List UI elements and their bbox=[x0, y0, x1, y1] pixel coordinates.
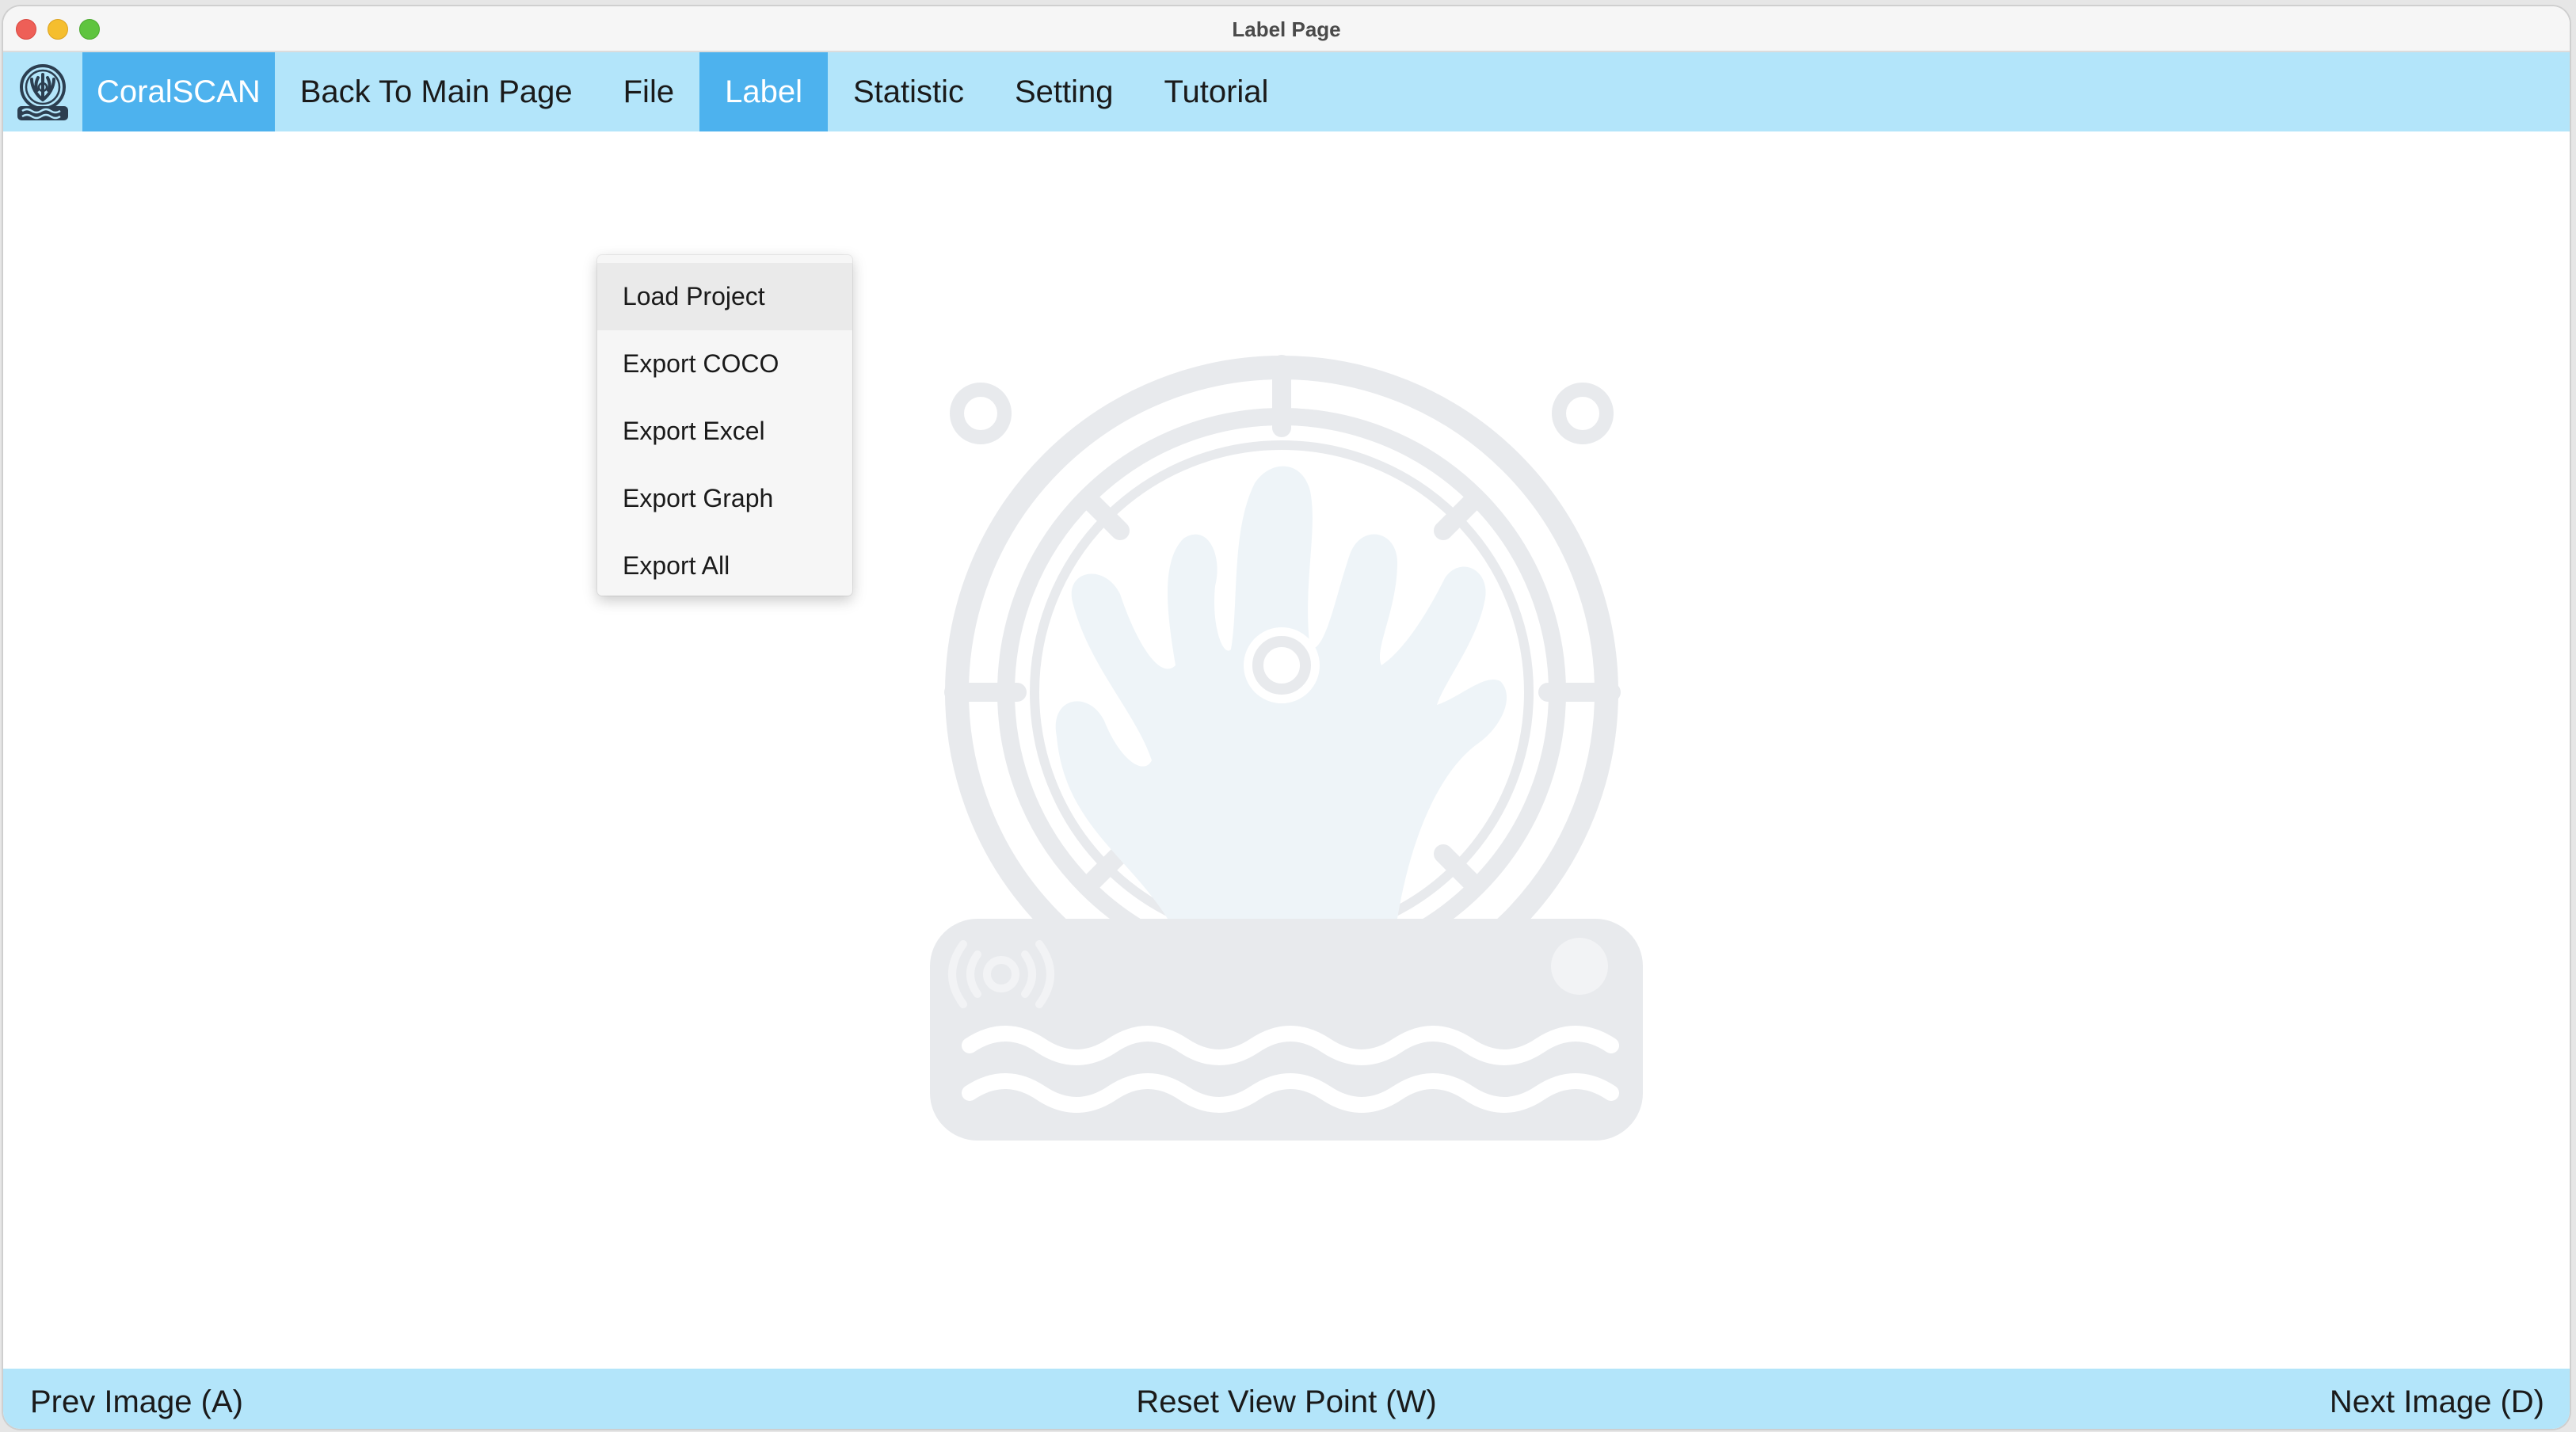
coral-watermark-icon bbox=[930, 355, 1643, 1141]
menu-tutorial[interactable]: Tutorial bbox=[1139, 52, 1294, 131]
label-dropdown-menu: Load Project Export COCO Export Excel Ex… bbox=[597, 255, 852, 596]
menu-bar: CoralSCAN Back To Main Page File Label S… bbox=[3, 52, 2570, 131]
menu-item-export-graph[interactable]: Export Graph bbox=[597, 465, 852, 532]
next-image-button[interactable]: Next Image (D) bbox=[2330, 1369, 2544, 1429]
menu-statistic[interactable]: Statistic bbox=[828, 52, 989, 131]
menu-label[interactable]: Label bbox=[699, 52, 828, 131]
menu-item-export-excel[interactable]: Export Excel bbox=[597, 398, 852, 465]
menu-setting[interactable]: Setting bbox=[989, 52, 1139, 131]
reset-view-point-button[interactable]: Reset View Point (W) bbox=[3, 1369, 2570, 1429]
menu-item-export-coco[interactable]: Export COCO bbox=[597, 330, 852, 398]
menu-back-to-main-page[interactable]: Back To Main Page bbox=[275, 52, 598, 131]
menu-item-export-all[interactable]: Export All bbox=[597, 532, 852, 600]
app-window: Label Page CoralSCAN Back To Main Page F… bbox=[3, 6, 2570, 1429]
image-canvas[interactable]: Load Project Export COCO Export Excel Ex… bbox=[3, 131, 2570, 1369]
window-title: Label Page bbox=[1232, 17, 1341, 41]
coral-logo-icon bbox=[14, 62, 71, 122]
prev-image-button[interactable]: Prev Image (A) bbox=[30, 1369, 243, 1429]
title-bar: Label Page bbox=[3, 6, 2570, 52]
menu-item-load-project[interactable]: Load Project bbox=[597, 263, 852, 330]
app-logo bbox=[3, 52, 82, 131]
menu-brand-coralscan[interactable]: CoralSCAN bbox=[82, 52, 275, 131]
bottom-toolbar: Reset View Point (W) Prev Image (A) Next… bbox=[3, 1369, 2570, 1429]
menu-file[interactable]: File bbox=[598, 52, 699, 131]
